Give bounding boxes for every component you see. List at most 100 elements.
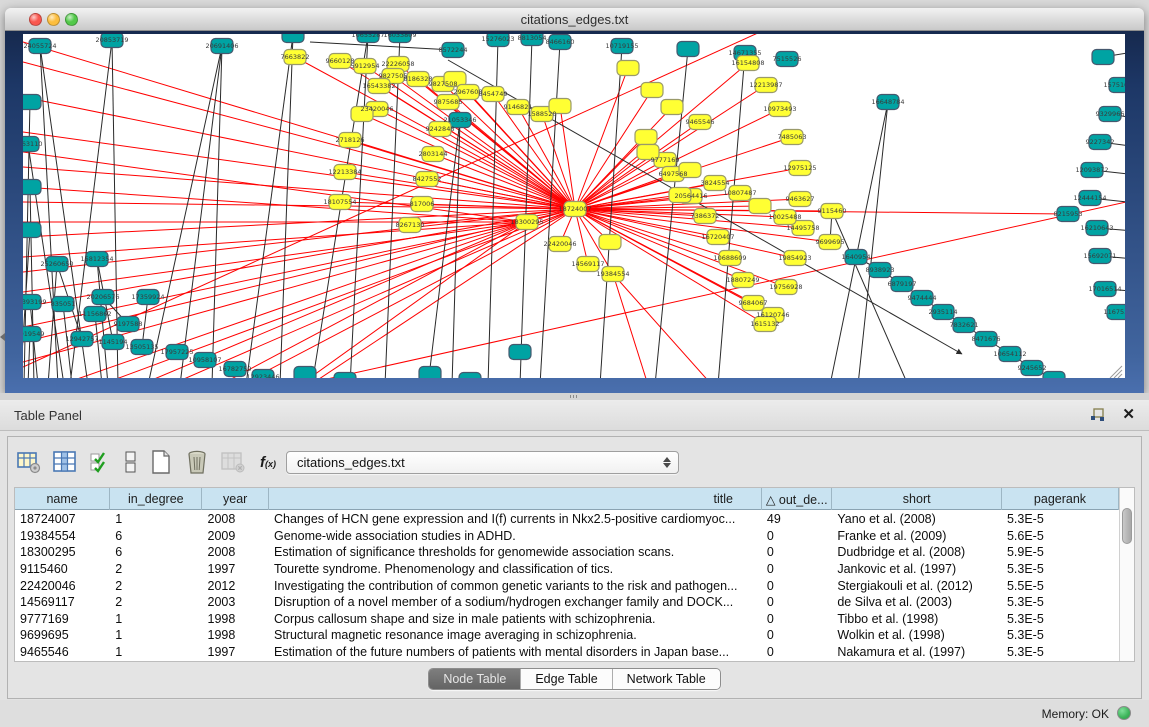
table-row[interactable]: 977716911998Corpus callosum shape and si… — [15, 611, 1119, 628]
table-cell[interactable]: 49 — [762, 512, 832, 526]
table-cell[interactable]: 2 — [110, 595, 202, 609]
table-cell[interactable]: 1 — [110, 645, 202, 659]
table-cell[interactable]: 5.5E-5 — [1002, 579, 1119, 593]
table-cell[interactable]: 6 — [110, 545, 202, 559]
table-cell[interactable]: Dudbridge et al. (2008) — [832, 545, 1002, 559]
table-cell[interactable]: 0 — [762, 529, 832, 543]
table-cell[interactable]: 22420046 — [15, 579, 110, 593]
window-titlebar[interactable]: citations_edges.txt — [5, 8, 1144, 31]
table-cell[interactable]: 1998 — [203, 612, 269, 626]
table-cell[interactable]: Wolkin et al. (1998) — [832, 628, 1002, 642]
table-row[interactable]: 2242004622012Investigating the contribut… — [15, 577, 1119, 594]
float-panel-icon[interactable] — [1090, 408, 1105, 422]
table-cell[interactable]: 5.3E-5 — [1002, 595, 1119, 609]
table-cell[interactable]: de Silva et al. (2003) — [832, 595, 1002, 609]
table-cell[interactable]: Structural magnetic resonance image aver… — [269, 628, 762, 642]
table-cell[interactable]: 5.3E-5 — [1002, 562, 1119, 576]
table-cell[interactable]: 1 — [110, 628, 202, 642]
table-cell[interactable]: Disruption of a novel member of a sodium… — [269, 595, 762, 609]
table-cell[interactable]: 5.3E-5 — [1002, 612, 1119, 626]
table-cell[interactable]: Investigating the contribution of common… — [269, 579, 762, 593]
table-row[interactable]: 1872400712008Changes of HCN gene express… — [15, 511, 1119, 528]
table-cell[interactable]: 5.9E-5 — [1002, 545, 1119, 559]
table-row[interactable]: 911546021997Tourette syndrome. Phenomeno… — [15, 561, 1119, 578]
table-cell[interactable]: 2009 — [203, 529, 269, 543]
combobox-stepper-icon[interactable] — [660, 457, 678, 468]
table-cell[interactable]: 1997 — [203, 562, 269, 576]
table-cell[interactable]: 2012 — [203, 579, 269, 593]
divider-grip-icon[interactable] — [570, 395, 579, 398]
table-cell[interactable]: 0 — [762, 612, 832, 626]
table-header-row[interactable]: namein_degreeyeartitle△ out_de...shortpa… — [15, 488, 1119, 510]
table-cell[interactable]: Stergiakouli et al. (2012) — [832, 579, 1002, 593]
column-header-short[interactable]: short — [832, 488, 1002, 510]
table-row[interactable]: 969969511998Structural magnetic resonanc… — [15, 627, 1119, 644]
column-header-pagerank[interactable]: pagerank — [1002, 488, 1119, 510]
table-select-combobox[interactable]: citations_edges.txt — [286, 451, 679, 474]
table-cell[interactable]: Franke et al. (2009) — [832, 529, 1002, 543]
table-cell[interactable]: Yano et al. (2008) — [832, 512, 1002, 526]
table-row[interactable]: 1830029562008Estimation of significance … — [15, 544, 1119, 561]
network-canvas[interactable]: 2405572420853719206914061065528716033809… — [23, 34, 1125, 378]
row-selection-icon[interactable] — [86, 447, 116, 477]
table-cell[interactable]: Estimation of significance thresholds fo… — [269, 545, 762, 559]
table-cell[interactable]: 2008 — [203, 512, 269, 526]
tab-network-table[interactable]: Network Table — [613, 669, 720, 689]
delete-table-icon[interactable] — [182, 447, 212, 477]
table-cell[interactable]: 5.3E-5 — [1002, 512, 1119, 526]
table-cell[interactable]: Genome-wide association studies in ADHD. — [269, 529, 762, 543]
table-cell[interactable]: 1 — [110, 612, 202, 626]
table-cell[interactable]: 18300295 — [15, 545, 110, 559]
table-cell[interactable]: 0 — [762, 645, 832, 659]
table-cell[interactable]: 14569117 — [15, 595, 110, 609]
memory-status-indicator[interactable] — [1117, 706, 1131, 720]
column-header-in_degree[interactable]: in_degree — [110, 488, 202, 510]
table-cell[interactable]: 0 — [762, 579, 832, 593]
table-vertical-scrollbar[interactable] — [1119, 488, 1134, 661]
hide-rows-icon[interactable] — [122, 447, 140, 477]
table-cell[interactable]: Corpus callosum shape and size in male p… — [269, 612, 762, 626]
table-cell[interactable]: 9115460 — [15, 562, 110, 576]
table-row[interactable]: 1938455462009Genome-wide association stu… — [15, 528, 1119, 545]
table-cell[interactable]: 0 — [762, 562, 832, 576]
column-header-title[interactable]: title — [269, 488, 762, 510]
collapse-panel-arrow-icon[interactable] — [0, 333, 5, 341]
table-cell[interactable]: 5.3E-5 — [1002, 645, 1119, 659]
column-visibility-icon[interactable] — [50, 447, 80, 477]
table-cell[interactable]: Nakamura et al. (1997) — [832, 645, 1002, 659]
table-cell[interactable]: 19384554 — [15, 529, 110, 543]
table-cell[interactable]: 0 — [762, 545, 832, 559]
table-cell[interactable]: 6 — [110, 529, 202, 543]
scrollbar-thumb[interactable] — [1122, 508, 1132, 544]
close-panel-icon[interactable]: ✕ — [1122, 405, 1135, 423]
table-row[interactable]: 1456911722003Disruption of a novel membe… — [15, 594, 1119, 611]
table-cell[interactable]: 1 — [110, 512, 202, 526]
table-cell[interactable]: 1997 — [203, 645, 269, 659]
function-builder-icon[interactable]: f(x) — [260, 454, 276, 471]
table-cell[interactable]: Jankovic et al. (1997) — [832, 562, 1002, 576]
column-header-name[interactable]: name — [15, 488, 110, 510]
table-cell[interactable]: 9777169 — [15, 612, 110, 626]
tab-edge-table[interactable]: Edge Table — [521, 669, 612, 689]
panel-divider[interactable] — [0, 393, 1149, 400]
table-cell[interactable]: 0 — [762, 628, 832, 642]
tab-node-table[interactable]: Node Table — [429, 669, 521, 689]
table-cell[interactable]: 2 — [110, 579, 202, 593]
table-cell[interactable]: 18724007 — [15, 512, 110, 526]
table-cell[interactable]: 1998 — [203, 628, 269, 642]
table-cell[interactable]: 2003 — [203, 595, 269, 609]
table-cell[interactable]: 5.6E-5 — [1002, 529, 1119, 543]
table-cell[interactable]: 5.3E-5 — [1002, 628, 1119, 642]
table-cell[interactable]: Estimation of the future numbers of pati… — [269, 645, 762, 659]
table-cell[interactable]: Tourette syndrome. Phenomenology and cla… — [269, 562, 762, 576]
table-row[interactable]: 946362711997Embryonic stem cells: a mode… — [15, 660, 1119, 662]
table-row[interactable]: 946554611997Estimation of the future num… — [15, 644, 1119, 661]
column-header-year[interactable]: year — [202, 488, 268, 510]
table-cell[interactable]: Changes of HCN gene expression and I(f) … — [269, 512, 762, 526]
table-cell[interactable]: 2008 — [203, 545, 269, 559]
table-cell[interactable]: 0 — [762, 595, 832, 609]
create-table-icon[interactable] — [146, 447, 176, 477]
table-cell[interactable]: 2 — [110, 562, 202, 576]
table-cell[interactable]: Tibbo et al. (1998) — [832, 612, 1002, 626]
table-cell[interactable]: 9465546 — [15, 645, 110, 659]
